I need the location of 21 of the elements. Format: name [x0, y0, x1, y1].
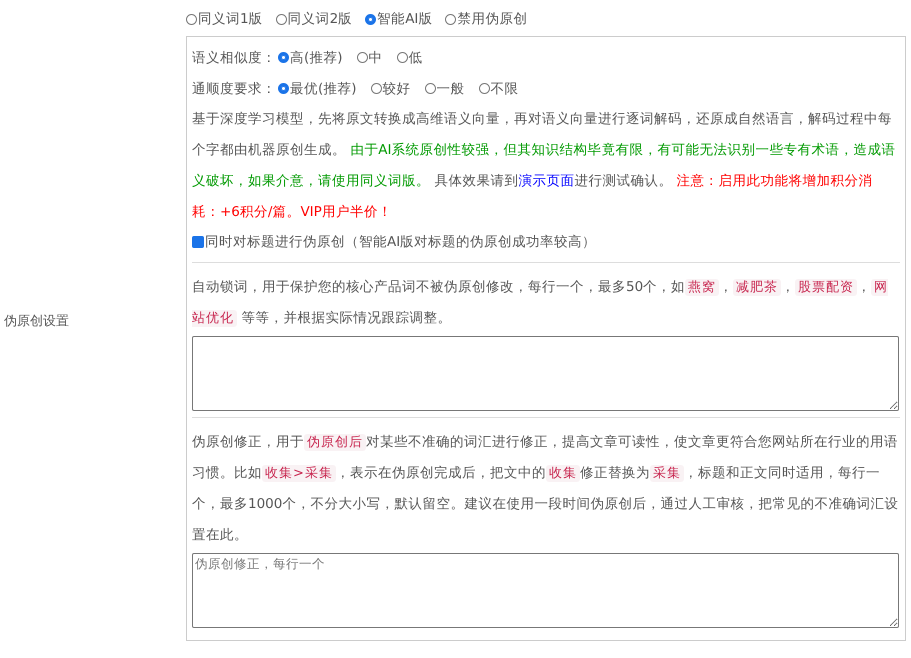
mode-radio[interactable]: 智能AI版	[365, 10, 432, 28]
description-text: 自动锁词，用于保护您的核心产品词不被伪原创修改，每行一个，最多50个，如 燕窝 ， 减肥茶 ， 股票配资 ， 网站优化 等等，并根据实际情况跟踪调整。	[192, 278, 890, 329]
settings-label: 伪原创设置	[4, 312, 69, 330]
description-text: 伪原创修正，用于 伪原创后 对某些不准确的词汇进行修正，提高文章可读性，使文章更符合您网站所在行业的用语习惯。比如 收集>采集 ，表示在伪原创完成后，把文中的 收集 修正替换为 采集 ，标题和正文同时适用，每行一个，最多1000个，不分大小写，默认留空。建议在使用一段时间伪原创后，通过人工审核，把常见的不准确词汇设置在此。	[192, 433, 900, 545]
mode-radio[interactable]: 同义词2版	[276, 10, 352, 28]
option-radio[interactable]: 一般	[424, 80, 465, 98]
description-text: 基于深度学习模型，先将原文转换成高维语义向量，再对语义向量进行逐词解码，还原成自然语言，解码过程中每个字都由机器原创生成。 由于AI系统原创性较强，但其知识结构毕竟有限，有可能无法识别一些专有术语，造成语义破坏，如果介意，请使用同义词版。 具体效果请到演示页面进行测试确认。 注意：启用此功能将增加积分消耗：+6积分/篇。VIP用户半价！	[192, 110, 897, 222]
lock-words-field[interactable]	[192, 336, 899, 411]
option-label: 通顺度要求：	[192, 80, 276, 98]
option-radio[interactable]: 较好	[370, 80, 411, 98]
corrections-field[interactable]: 伪原创修正，每行一个	[192, 553, 899, 628]
demo-link[interactable]: 演示页面	[518, 173, 574, 189]
option-label: 语义相似度：	[192, 48, 276, 66]
option-radio[interactable]: 中	[356, 48, 383, 66]
option-radio[interactable]: 高(推荐)	[278, 48, 343, 66]
option-radio[interactable]: 最优(推荐)	[278, 80, 357, 98]
mode-radio[interactable]: 同义词1版	[186, 10, 263, 28]
mode-radio[interactable]: 禁用伪原创	[445, 10, 528, 28]
option-radio[interactable]: 低	[396, 48, 423, 66]
option-radio[interactable]: 不限	[478, 80, 519, 98]
title-checkbox[interactable]: 同时对标题进行伪原创（智能AI版对标题的伪原创成功率较高）	[192, 228, 900, 256]
